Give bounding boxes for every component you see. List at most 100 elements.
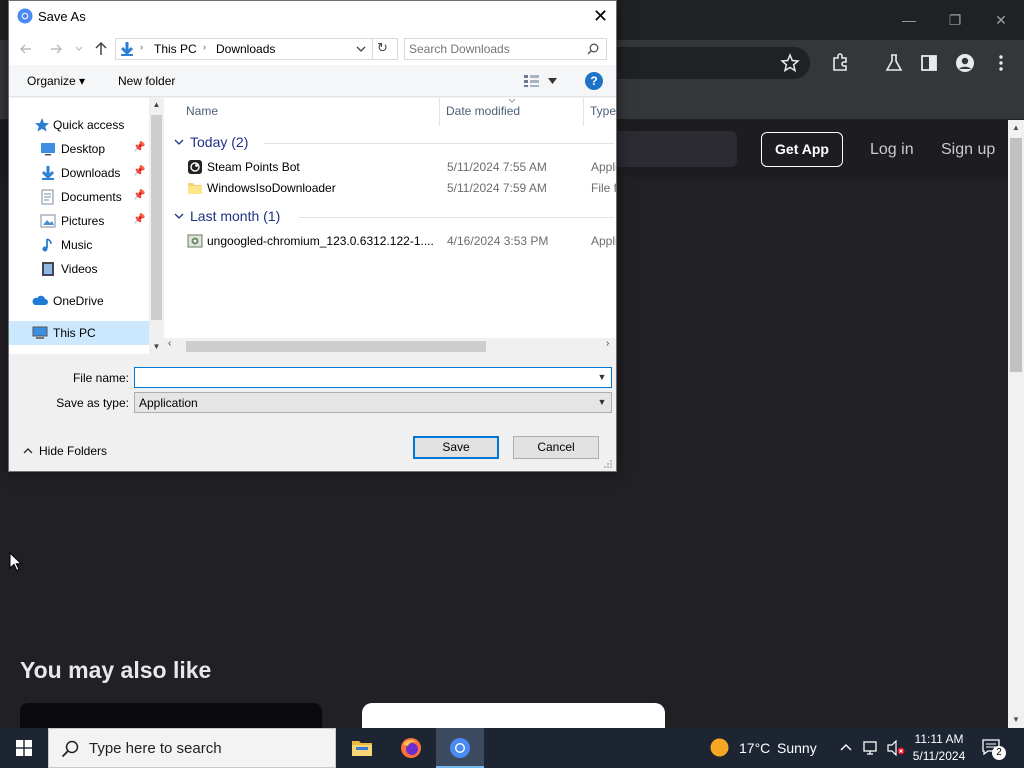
hscroll-left-icon[interactable]: ‹ — [168, 338, 171, 349]
hide-folders-label: Hide Folders — [39, 444, 108, 458]
nav-label: This PC — [53, 326, 96, 340]
labs-flask-icon[interactable] — [883, 52, 905, 74]
back-arrow-icon[interactable] — [19, 42, 33, 56]
nav-scroll-up-icon[interactable]: ▲ — [149, 98, 164, 112]
forward-arrow-icon[interactable] — [49, 42, 63, 56]
view-dropdown-chevron-icon[interactable] — [548, 78, 557, 84]
sun-weather-icon[interactable] — [709, 737, 730, 758]
weather-condition[interactable]: Sunny — [777, 740, 817, 756]
save-as-type-select[interactable]: Application ▼ — [134, 392, 612, 413]
taskbar-chromium[interactable] — [436, 728, 484, 768]
sort-indicator-icon — [508, 98, 516, 103]
file-name-field[interactable]: ▼ — [134, 367, 612, 388]
pin-icon: 📌 — [133, 214, 146, 225]
refresh-icon[interactable]: ↻ — [377, 40, 388, 56]
side-panel-icon[interactable] — [918, 52, 940, 74]
nav-pane-scrollbar[interactable]: ▲ ▼ — [149, 98, 164, 354]
file-row[interactable]: Steam Points Bot 5/11/2024 7:55 AM Appli… — [184, 156, 616, 177]
nav-videos[interactable]: Videos — [9, 257, 149, 281]
start-button[interactable] — [0, 728, 48, 768]
cancel-button[interactable]: Cancel — [513, 436, 599, 459]
recent-locations-chevron-icon[interactable] — [75, 44, 83, 52]
clock-time: 11:11 AM — [914, 732, 964, 746]
help-icon[interactable]: ? — [585, 72, 603, 90]
view-options-icon[interactable] — [523, 74, 541, 88]
save-as-type-value: Application — [139, 396, 198, 410]
address-breadcrumb[interactable]: › This PC › Downloads ↻ — [115, 38, 398, 60]
section-title: You may also like — [20, 657, 212, 683]
search-downloads-box[interactable] — [404, 38, 607, 60]
restore-button[interactable]: ❐ — [940, 8, 970, 32]
nav-scroll-down-icon[interactable]: ▼ — [149, 340, 164, 354]
close-browser-button[interactable]: ✕ — [986, 8, 1016, 32]
column-header-name[interactable]: Name — [180, 98, 440, 126]
taskbar-firefox[interactable] — [387, 728, 435, 768]
scroll-thumb[interactable] — [1010, 138, 1022, 372]
nav-downloads[interactable]: Downloads 📌 — [9, 161, 149, 185]
file-name-label: File name: — [72, 371, 129, 385]
group-collapse-chevron-icon[interactable] — [174, 213, 184, 220]
volume-muted-icon[interactable] — [886, 740, 906, 756]
breadcrumb-downloads[interactable]: Downloads — [216, 42, 275, 56]
bookmark-star-icon[interactable] — [779, 52, 801, 74]
file-name-dropdown-icon[interactable]: ▼ — [595, 370, 609, 385]
profile-icon[interactable] — [954, 52, 976, 74]
save-as-type-dropdown-icon[interactable]: ▼ — [595, 395, 609, 410]
weather-temp[interactable]: 17°C — [739, 740, 770, 756]
nav-scroll-thumb[interactable] — [151, 115, 162, 320]
sign-up-link[interactable]: Sign up — [941, 132, 995, 167]
scroll-up-arrow-icon[interactable]: ▲ — [1008, 120, 1024, 136]
nav-label: Desktop — [61, 142, 106, 156]
dialog-close-button[interactable]: ✕ — [585, 1, 616, 32]
get-app-button[interactable]: Get App — [761, 132, 843, 167]
save-button[interactable]: Save — [413, 436, 499, 459]
column-header-type[interactable]: Type — [584, 98, 624, 126]
nav-label: Quick access — [53, 118, 125, 132]
scroll-down-arrow-icon[interactable]: ▼ — [1008, 712, 1024, 728]
action-center-button[interactable]: 2 — [980, 736, 1006, 760]
minimize-button[interactable]: — — [894, 8, 924, 32]
organize-menu-button[interactable]: Organize ▾ — [27, 74, 85, 88]
resize-grip-icon[interactable] — [603, 459, 613, 469]
nav-documents[interactable]: Documents 📌 — [9, 185, 149, 209]
file-name: Steam Points Bot — [207, 160, 300, 174]
file-date: 4/16/2024 3:53 PM — [447, 234, 549, 248]
address-divider — [372, 39, 373, 59]
nav-music[interactable]: Music — [9, 233, 149, 257]
videos-icon — [42, 262, 54, 276]
network-icon[interactable] — [862, 740, 880, 756]
group-divider — [299, 217, 614, 218]
nav-this-pc[interactable]: This PC — [9, 321, 149, 345]
log-in-link[interactable]: Log in — [870, 132, 914, 167]
group-header-today[interactable]: Today (2) — [164, 133, 616, 153]
address-dropdown-chevron-icon[interactable] — [356, 46, 366, 53]
file-row[interactable]: WindowsIsoDownloader 5/11/2024 7:59 AM F… — [184, 177, 616, 198]
extensions-icon[interactable] — [829, 52, 851, 74]
taskbar-file-explorer[interactable] — [338, 728, 386, 768]
file-row[interactable]: ungoogled-chromium_123.0.6312.122-1.... … — [184, 230, 616, 251]
page-scrollbar[interactable]: ▲ ▼ — [1008, 120, 1024, 728]
this-pc-icon — [32, 326, 48, 339]
nav-onedrive[interactable]: OneDrive — [9, 289, 149, 313]
nav-desktop[interactable]: Desktop 📌 — [9, 137, 149, 161]
file-list-hscrollbar[interactable]: ‹ › — [164, 338, 616, 354]
hscroll-right-icon[interactable]: › — [606, 338, 609, 349]
menu-icon[interactable] — [990, 52, 1012, 74]
nav-pictures[interactable]: Pictures 📌 — [9, 209, 149, 233]
breadcrumb-this-pc[interactable]: This PC — [154, 42, 197, 56]
new-folder-button[interactable]: New folder — [118, 74, 175, 88]
nav-quick-access[interactable]: Quick access — [9, 113, 149, 137]
search-downloads-input[interactable] — [409, 41, 579, 57]
hscroll-thumb[interactable] — [186, 341, 486, 352]
pictures-icon — [40, 214, 56, 228]
taskbar-search-box[interactable]: Type here to search — [48, 728, 336, 768]
nav-label: Pictures — [61, 214, 105, 228]
up-arrow-icon[interactable] — [94, 41, 108, 56]
windows-logo-icon — [16, 740, 32, 756]
show-hidden-icons-chevron-icon[interactable] — [840, 743, 852, 751]
group-header-last-month[interactable]: Last month (1) — [164, 207, 616, 227]
music-icon — [42, 238, 52, 252]
file-name: ungoogled-chromium_123.0.6312.122-1.... — [207, 234, 434, 248]
group-collapse-chevron-icon[interactable] — [174, 139, 184, 146]
taskbar-clock[interactable]: 11:11 AM 5/11/2024 — [908, 731, 970, 765]
